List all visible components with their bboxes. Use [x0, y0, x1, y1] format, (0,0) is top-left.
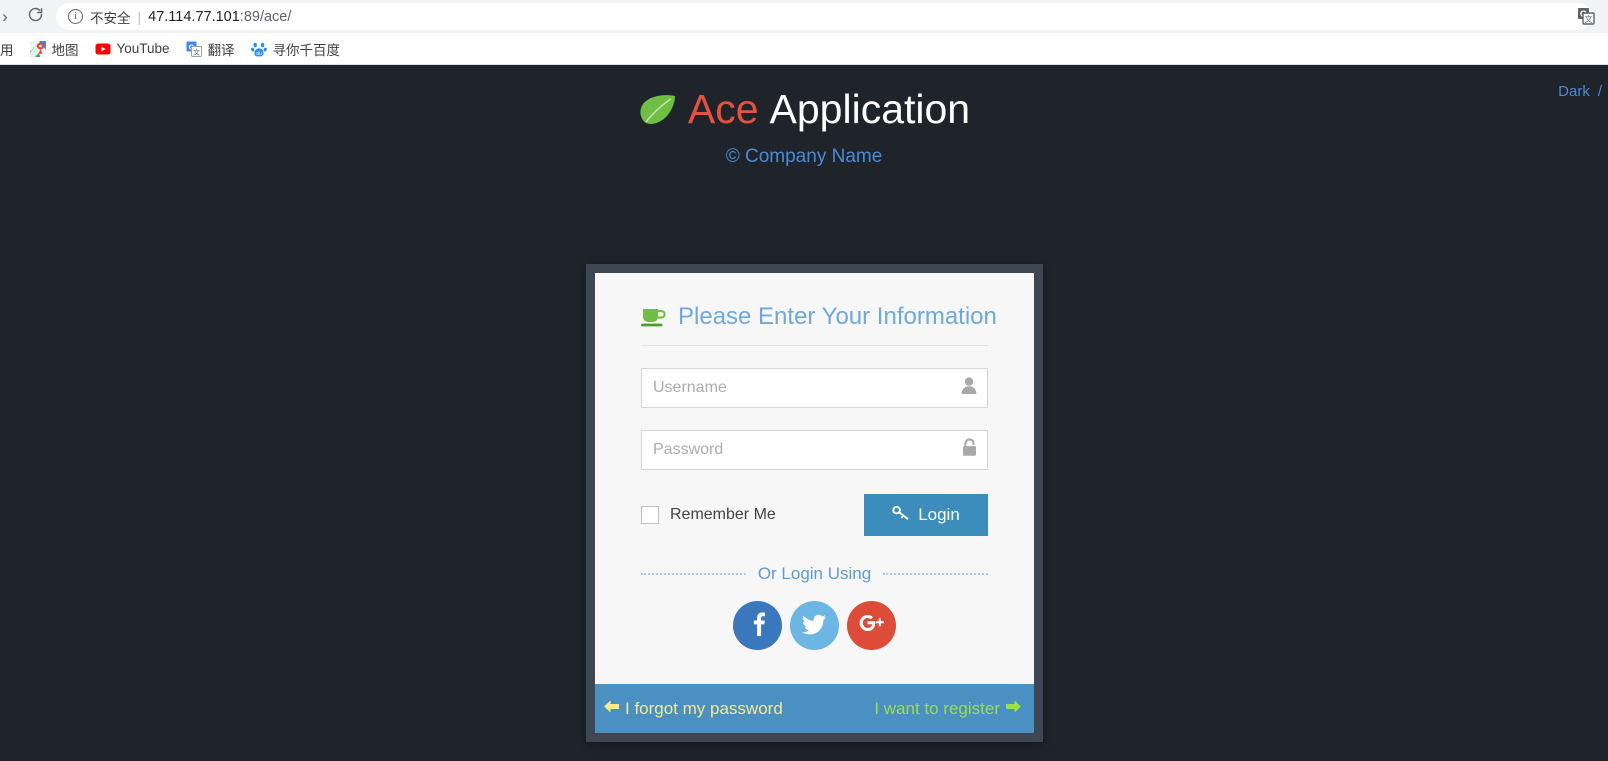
username-input[interactable] — [641, 368, 988, 408]
bookmark-label: 用 — [0, 42, 14, 58]
login-footer: I forgot my password I want to register — [595, 684, 1034, 733]
remember-me-label[interactable]: Remember Me — [641, 506, 776, 524]
facebook-icon-svg — [753, 612, 765, 636]
leaf-icon-svg — [640, 95, 675, 124]
bookmark-label: 寻你千百度 — [272, 42, 341, 58]
bookmark-item-apps[interactable]: 用 — [0, 37, 21, 61]
password-input[interactable] — [641, 430, 988, 470]
register-label: I want to register — [874, 698, 1000, 718]
app-title-primary: Ace — [687, 86, 759, 132]
translate-bm-icon-svg: G 文 — [186, 41, 202, 57]
reload-icon-svg — [28, 7, 42, 21]
social-login-buttons — [641, 601, 988, 650]
url-host: 47.114.77.101 — [148, 8, 240, 25]
login-button-label: Login — [918, 505, 960, 524]
twitter-login-button[interactable] — [790, 601, 839, 650]
forgot-password-label: I forgot my password — [625, 698, 783, 718]
svg-text:du: du — [256, 51, 262, 57]
url-path: :89/ace/ — [239, 8, 292, 25]
svg-text:文: 文 — [1585, 14, 1593, 24]
login-heading-text: Please Enter Your Information — [678, 303, 997, 330]
bookmark-item-youtube[interactable]: YouTube — [88, 37, 177, 61]
google-translate-icon: G 文 — [186, 41, 202, 57]
reload-icon[interactable] — [18, 6, 52, 28]
bookmark-label: YouTube — [116, 41, 170, 56]
remember-me-checkbox[interactable] — [641, 506, 659, 524]
bookmark-label: 翻译 — [207, 42, 235, 58]
google-plus-icon — [858, 612, 886, 639]
divider-line-left — [641, 573, 746, 575]
twitter-icon-svg — [802, 614, 826, 634]
username-field-wrapper — [641, 368, 988, 408]
youtube-icon-svg — [95, 43, 110, 54]
coffee-cup-icon-svg — [641, 309, 666, 327]
login-box-frame: Please Enter Your Information Username R… — [586, 264, 1043, 742]
maps-icon-svg — [29, 40, 46, 57]
bookmark-item-maps[interactable]: 地图 — [23, 37, 86, 61]
company-subtitle: © Company Name — [725, 146, 883, 168]
arrow-left-icon-svg — [604, 700, 619, 712]
google-plus-login-button[interactable] — [847, 601, 896, 650]
password-field-wrapper — [641, 430, 988, 470]
security-status-label: 不安全 — [90, 10, 131, 26]
app-title-secondary: Application — [769, 86, 971, 132]
google-maps-icon — [29, 40, 46, 57]
omnibox-separator: | — [137, 8, 142, 25]
google-translate-icon[interactable]: G 文 — [1576, 6, 1596, 26]
bookmark-label: 地图 — [51, 42, 79, 58]
browser-toolbar: › i 不安全 | 47.114.77.101:89/ace/ G 文 — [0, 0, 1608, 33]
divider-line-right — [883, 573, 989, 575]
forgot-password-link[interactable]: I forgot my password — [603, 699, 783, 719]
address-bar[interactable]: i 不安全 | 47.114.77.101:89/ace/ — [56, 3, 1592, 30]
bookmark-item-translate[interactable]: G 文 翻译 — [179, 37, 242, 61]
arrow-left-icon — [603, 699, 620, 719]
google-plus-icon-svg — [859, 615, 884, 631]
login-heading: Please Enter Your Information — [641, 303, 997, 346]
youtube-icon — [95, 41, 111, 57]
twitter-icon — [801, 610, 828, 642]
login-panel: Please Enter Your Information Username R… — [586, 264, 1043, 742]
or-login-divider: Or Login Using — [641, 564, 989, 584]
baidu-icon-svg: du — [250, 42, 267, 57]
arrow-right-icon — [1005, 699, 1022, 719]
login-form-area: Please Enter Your Information Username R… — [595, 273, 1034, 684]
svg-text:文: 文 — [193, 47, 200, 56]
coffee-cup-icon — [641, 306, 666, 328]
remember-me-text: Remember Me — [670, 506, 776, 523]
register-link[interactable]: I want to register — [874, 699, 1022, 719]
brand-header: Ace Application © Company Name — [0, 65, 1608, 168]
remember-and-login-row: Remember Me Login — [641, 494, 988, 536]
or-login-text: Or Login Using — [757, 564, 872, 583]
theme-switcher-current[interactable]: Dark — [1558, 83, 1590, 100]
forward-arrow-icon[interactable]: › — [0, 7, 18, 27]
facebook-icon — [745, 610, 771, 641]
browser-chrome: › i 不安全 | 47.114.77.101:89/ace/ G 文 用 — [0, 0, 1608, 65]
page-body: Dark / Ace Application © Company Name Pl… — [0, 65, 1608, 761]
app-title: Ace Application — [0, 86, 1608, 136]
key-icon-svg — [892, 505, 909, 520]
bookmarks-bar: 用 地图 YouTube 文 翻译 du 寻你千百度 — [0, 33, 1608, 65]
baidu-icon: du — [250, 41, 267, 57]
info-circle-icon[interactable]: i — [68, 9, 83, 24]
theme-switcher-separator: / — [1597, 83, 1602, 100]
theme-switcher[interactable]: Dark / — [1558, 83, 1608, 100]
login-button[interactable]: Login — [864, 494, 988, 536]
key-icon — [892, 505, 909, 525]
facebook-login-button[interactable] — [733, 601, 782, 650]
arrow-right-icon-svg — [1006, 700, 1021, 712]
bookmark-item-baidu[interactable]: du 寻你千百度 — [244, 37, 348, 61]
translate-icon-svg: G 文 — [1578, 8, 1595, 25]
leaf-icon — [638, 91, 678, 136]
